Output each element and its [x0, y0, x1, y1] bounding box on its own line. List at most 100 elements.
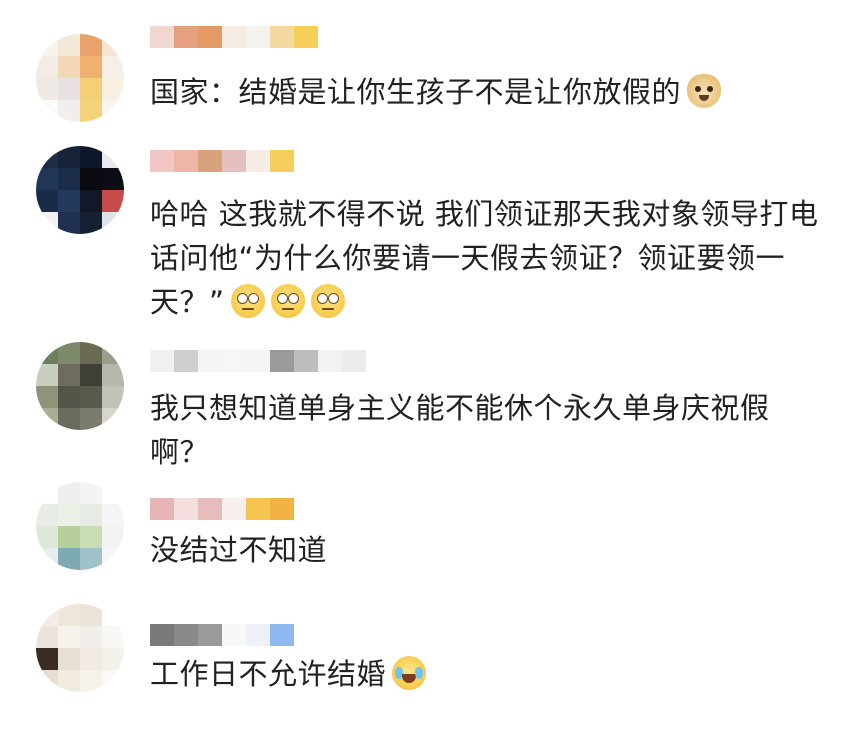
comment-text: 国家：结婚是让你生孩子不是让你放假的 — [150, 70, 820, 114]
avatar-mosaic-cell — [80, 342, 102, 364]
crying-laughing-emoji-icon — [392, 656, 427, 690]
avatar-mosaic-cell — [80, 100, 102, 122]
avatar-mosaic-cell — [80, 670, 102, 692]
nickname-mosaic-cell — [246, 350, 270, 372]
avatar-mosaic-cell — [58, 34, 80, 56]
avatar-mosaic-cell — [102, 212, 124, 234]
avatar-mosaic-cell — [102, 146, 124, 168]
avatar-mosaic-cell — [36, 100, 58, 122]
avatar-mosaic-cell — [36, 670, 58, 692]
avatar-mosaic-cell — [80, 504, 102, 526]
avatar-mosaic-cell — [36, 364, 58, 386]
nickname-mosaic-cell — [150, 350, 174, 372]
nickname-mosaic-cell — [150, 624, 174, 646]
avatar-mosaic-cell — [36, 504, 58, 526]
avatar-mosaic-cell — [80, 626, 102, 648]
comment-body: 国家：结婚是让你生孩子不是让你放假的 — [150, 75, 682, 109]
avatar-mosaic-cell — [102, 648, 124, 670]
comment-text: 没结过不知道 — [150, 528, 820, 572]
avatar-mosaic-cell — [58, 648, 80, 670]
avatar-mosaic-cell — [58, 56, 80, 78]
nickname-mosaic-cell — [246, 26, 270, 48]
avatar-mosaic-cell — [58, 548, 80, 570]
eye-roll-emoji-icon — [230, 284, 265, 318]
nickname-blurred[interactable] — [150, 624, 294, 646]
nickname-mosaic-cell — [198, 26, 222, 48]
avatar-mosaic-cell — [36, 146, 58, 168]
avatar-mosaic-cell — [58, 626, 80, 648]
comment-body: 没结过不知道 — [150, 533, 328, 567]
nickname-mosaic-cell — [270, 624, 294, 646]
nickname-blurred[interactable] — [150, 498, 294, 520]
nickname-mosaic-cell — [174, 624, 198, 646]
avatar-mosaic-cell — [58, 78, 80, 100]
nickname-mosaic-cell — [198, 624, 222, 646]
nickname-mosaic-cell — [318, 350, 342, 372]
avatar-mosaic-cell — [80, 482, 102, 504]
nickname-mosaic-cell — [246, 498, 270, 520]
avatar-mosaic-cell — [36, 342, 58, 364]
avatar-mosaic-cell — [80, 648, 102, 670]
nickname-mosaic-cell — [270, 498, 294, 520]
nickname-mosaic-cell — [222, 350, 246, 372]
avatar-mosaic-cell — [36, 626, 58, 648]
nickname-mosaic-cell — [246, 150, 270, 172]
avatar-mosaic-cell — [102, 386, 124, 408]
avatar-mosaic-cell — [36, 168, 58, 190]
comment-text: 我只想知道单身主义能不能休个永久单身庆祝假啊？ — [150, 386, 820, 474]
avatar-mosaic-cell — [36, 212, 58, 234]
avatar-mosaic-cell — [58, 482, 80, 504]
avatar-mosaic-cell — [36, 386, 58, 408]
avatar-mosaic-cell — [36, 78, 58, 100]
nickname-mosaic-cell — [270, 26, 294, 48]
avatar-mosaic-cell — [80, 408, 102, 430]
avatar[interactable] — [36, 146, 124, 234]
nickname-mosaic-cell — [150, 150, 174, 172]
avatar-mosaic-cell — [102, 626, 124, 648]
avatar-mosaic-cell — [36, 190, 58, 212]
avatar[interactable] — [36, 604, 124, 692]
avatar-mosaic-cell — [80, 146, 102, 168]
avatar[interactable] — [36, 342, 124, 430]
avatar-mosaic-cell — [102, 504, 124, 526]
avatar-mosaic-cell — [58, 146, 80, 168]
avatar-mosaic-cell — [102, 100, 124, 122]
avatar-mosaic-cell — [58, 100, 80, 122]
nickname-mosaic-cell — [222, 150, 246, 172]
avatar-mosaic-cell — [80, 34, 102, 56]
avatar-mosaic-cell — [58, 386, 80, 408]
avatar[interactable] — [36, 482, 124, 570]
nickname-mosaic-cell — [294, 350, 318, 372]
avatar-mosaic-cell — [58, 212, 80, 234]
nickname-mosaic-cell — [246, 624, 270, 646]
avatar-mosaic-cell — [102, 364, 124, 386]
comment-text: 工作日不允许结婚 — [150, 652, 820, 696]
nickname-mosaic-cell — [270, 150, 294, 172]
avatar-mosaic-cell — [102, 526, 124, 548]
nickname-blurred[interactable] — [150, 150, 294, 172]
avatar[interactable] — [36, 34, 124, 122]
avatar-mosaic-cell — [80, 212, 102, 234]
nickname-mosaic-cell — [150, 498, 174, 520]
avatar-mosaic-cell — [102, 190, 124, 212]
avatar-mosaic-cell — [80, 386, 102, 408]
avatar-mosaic-cell — [102, 168, 124, 190]
avatar-mosaic-cell — [102, 34, 124, 56]
nickname-mosaic-cell — [150, 26, 174, 48]
avatar-mosaic-cell — [80, 78, 102, 100]
avatar-mosaic-cell — [58, 190, 80, 212]
avatar-mosaic-cell — [102, 408, 124, 430]
avatar-mosaic-cell — [102, 482, 124, 504]
avatar-mosaic-cell — [102, 670, 124, 692]
nickname-mosaic-cell — [198, 350, 222, 372]
nickname-blurred[interactable] — [150, 350, 366, 372]
avatar-mosaic-cell — [102, 604, 124, 626]
eye-roll-emoji-icon — [310, 284, 345, 318]
nickname-blurred[interactable] — [150, 26, 318, 48]
nickname-mosaic-cell — [198, 498, 222, 520]
avatar-mosaic-cell — [58, 526, 80, 548]
avatar-mosaic-cell — [80, 190, 102, 212]
doge-emoji-icon — [687, 74, 722, 108]
nickname-mosaic-cell — [342, 350, 366, 372]
avatar-mosaic-cell — [102, 342, 124, 364]
